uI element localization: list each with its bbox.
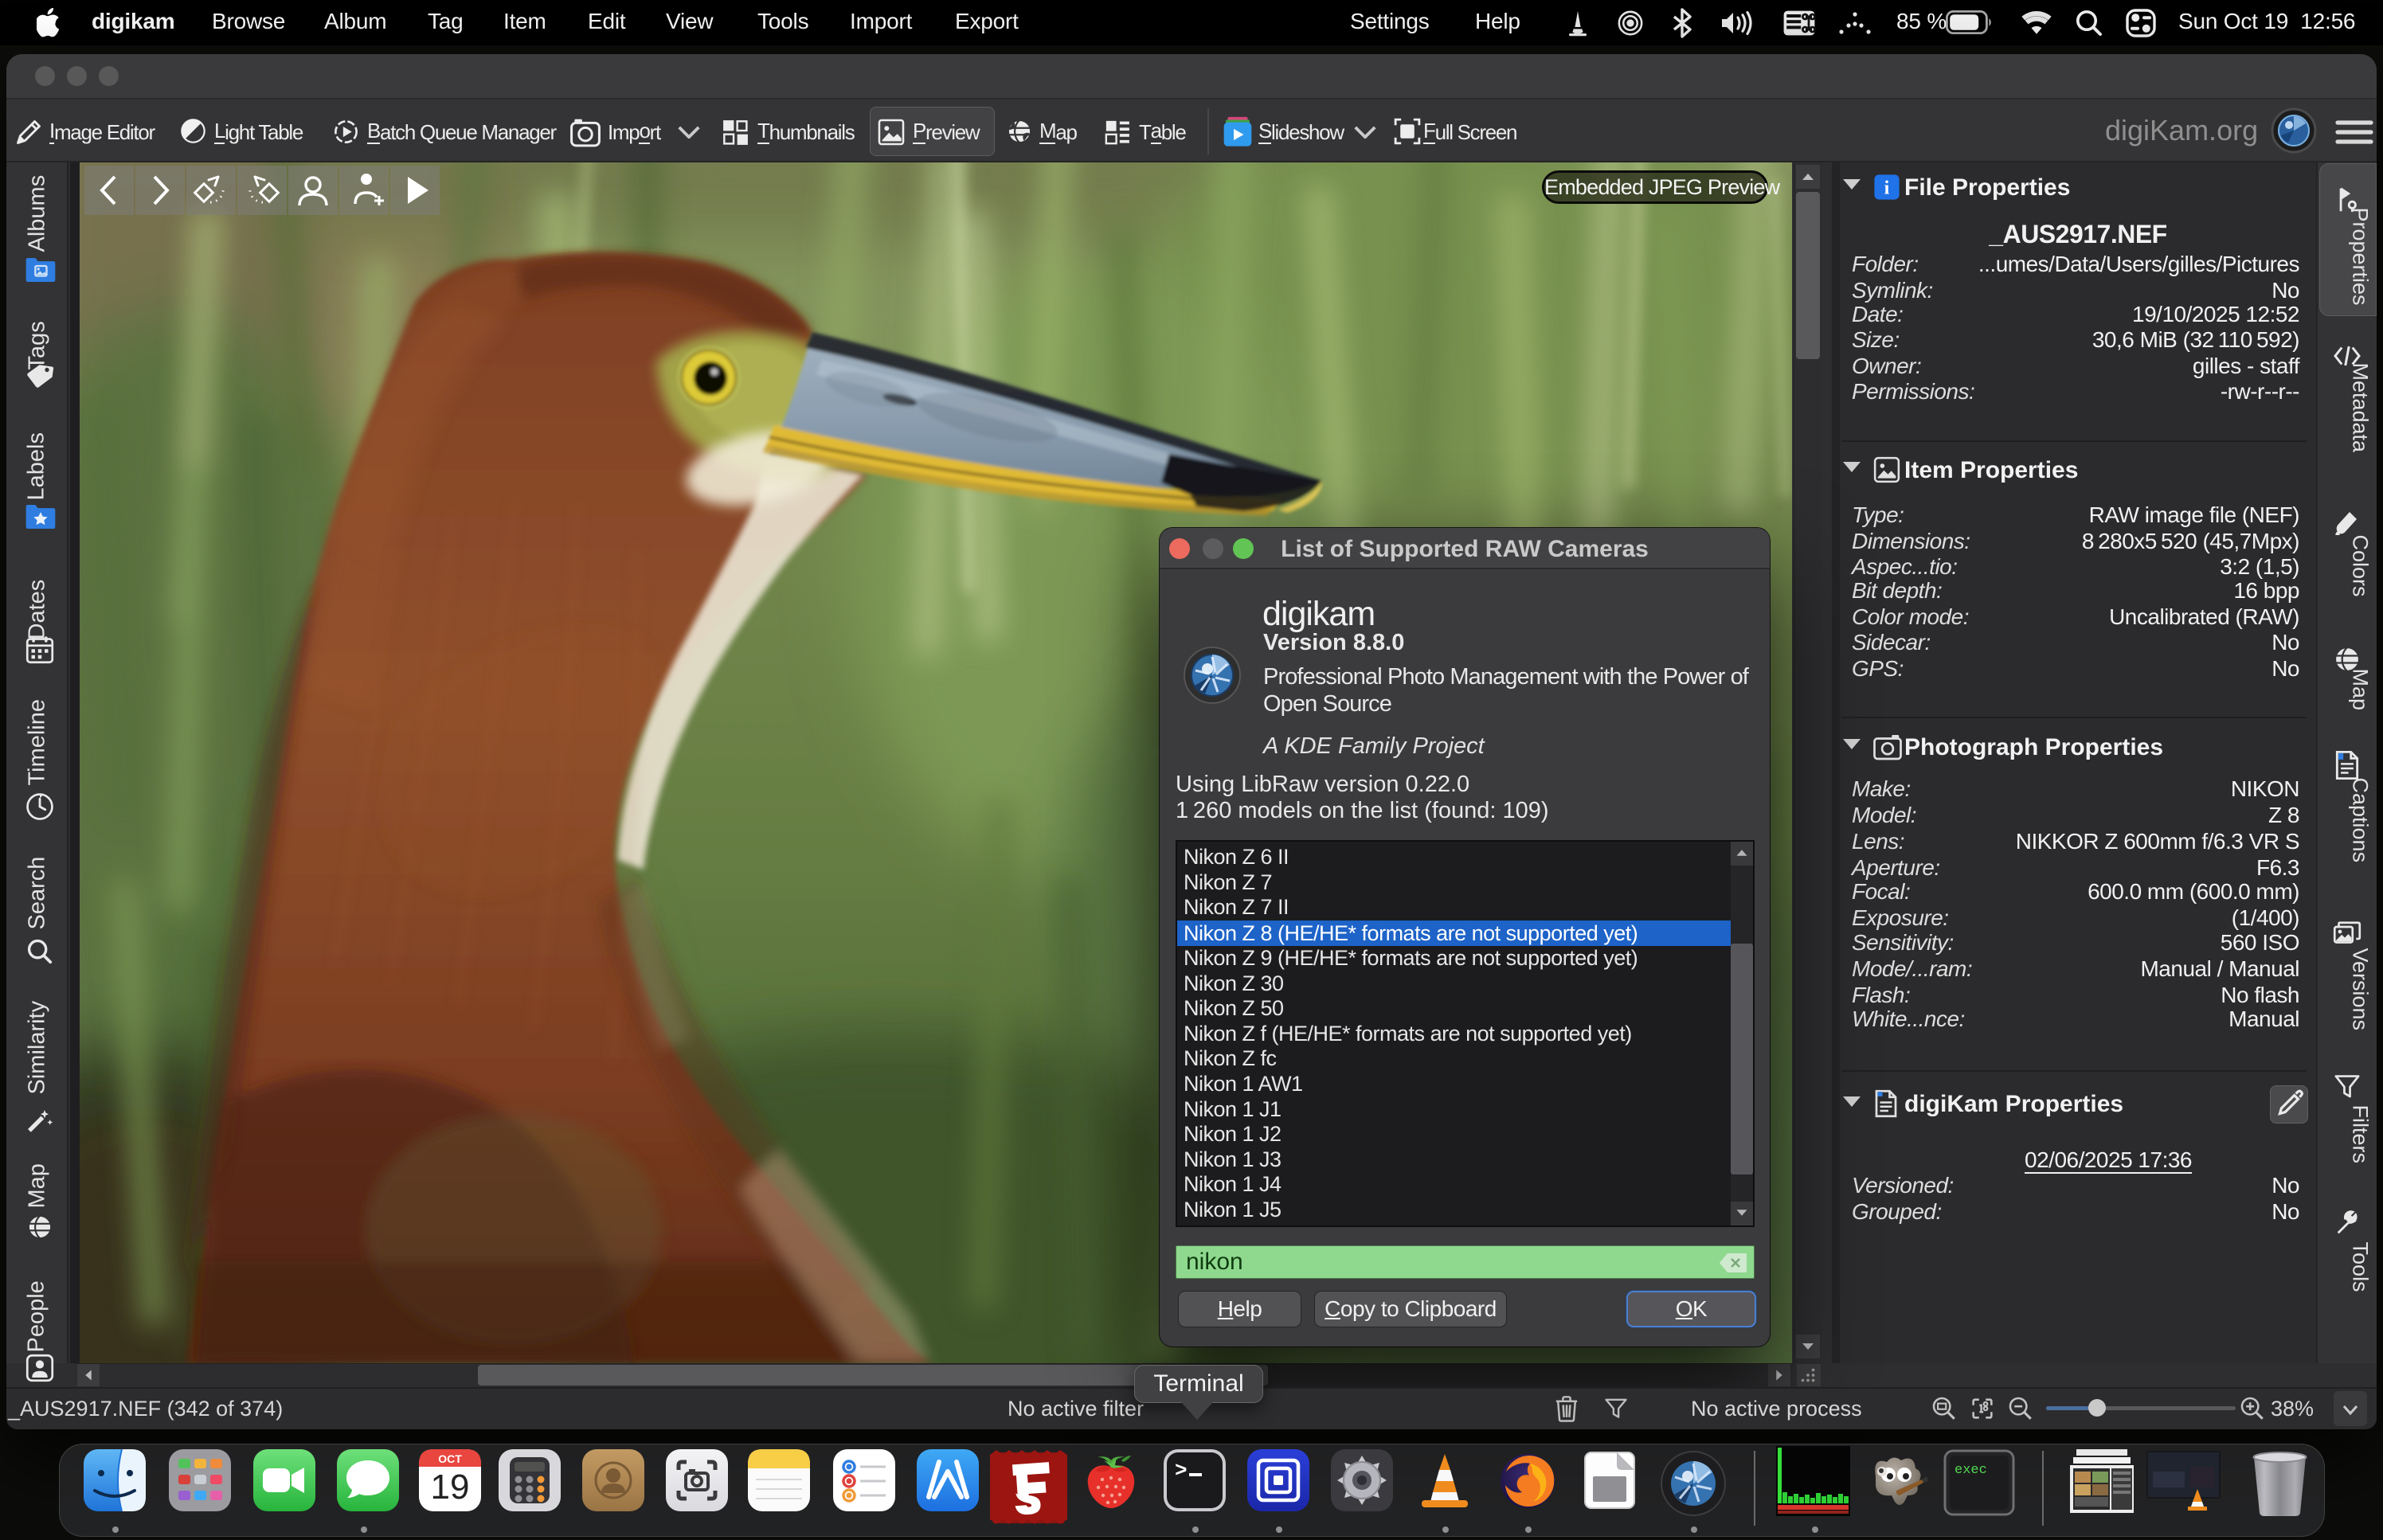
svg-text:exec: exec: [1955, 1463, 1987, 1478]
svg-text:OCT: OCT: [438, 1452, 462, 1465]
svg-text:>: >: [1175, 1459, 1188, 1483]
svg-text:19: 19: [431, 1468, 470, 1507]
svg-text:i: i: [1884, 178, 1890, 199]
